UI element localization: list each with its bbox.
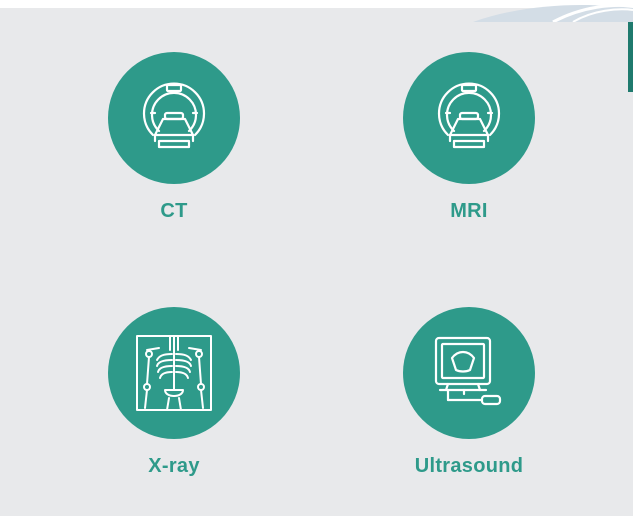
modality-tile-ct[interactable]: CT bbox=[74, 52, 274, 223]
xray-icon-circle bbox=[108, 307, 240, 439]
modality-label: X-ray bbox=[148, 455, 200, 477]
modality-grid-page: CT MRI X-ray Ultrasound bbox=[0, 0, 633, 516]
ultrasound-monitor-icon bbox=[434, 336, 502, 406]
modality-tile-ultrasound[interactable]: Ultrasound bbox=[369, 307, 569, 478]
top-swoosh-decoration bbox=[433, 0, 633, 22]
xray-skeleton-icon bbox=[136, 335, 212, 411]
mri-scanner-icon bbox=[437, 82, 501, 149]
modality-label: CT bbox=[160, 200, 188, 222]
modality-label: Ultrasound bbox=[414, 455, 524, 477]
modality-label: MRI bbox=[450, 200, 488, 222]
modality-tile-xray[interactable]: X-ray bbox=[74, 307, 274, 478]
right-edge-shade bbox=[628, 22, 633, 92]
ct-scanner-icon bbox=[142, 82, 206, 149]
ct-icon-circle bbox=[108, 52, 240, 184]
mri-icon-circle bbox=[403, 52, 535, 184]
modality-tile-mri[interactable]: MRI bbox=[369, 52, 569, 223]
ultrasound-icon-circle bbox=[403, 307, 535, 439]
